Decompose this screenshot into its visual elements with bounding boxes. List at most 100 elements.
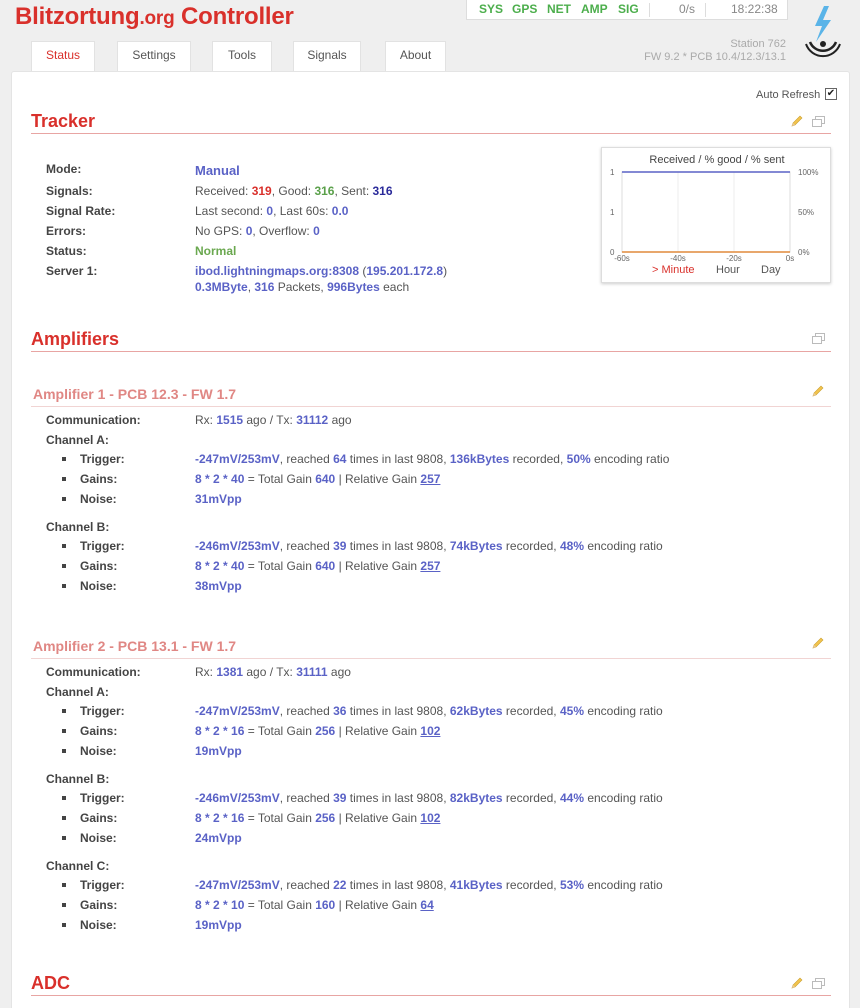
edit-pencil-icon[interactable]: [811, 636, 825, 650]
noise-label: Noise:: [80, 744, 117, 758]
channel-label: Channel C:: [46, 859, 110, 873]
noise-value: 31mVpp: [195, 492, 242, 506]
signal-chart: Received / % good / % sent -60s -40s -20s 0…: [601, 147, 831, 283]
signal-rate-value: Last second: 0, Last 60s: 0.0: [195, 204, 349, 218]
trigger-label: Trigger:: [80, 878, 125, 892]
gains-label: Gains:: [80, 811, 118, 825]
popout-window-icon[interactable]: [812, 978, 825, 989]
tab-status[interactable]: Status: [31, 41, 95, 72]
tab-about[interactable]: About: [385, 41, 446, 71]
bullet: [62, 544, 66, 548]
tab-settings[interactable]: Settings: [117, 41, 191, 71]
chart-right-tick: 0%: [798, 248, 810, 257]
bullet: [62, 497, 66, 501]
tab-signals[interactable]: Signals: [293, 41, 361, 71]
gains-value: 8 * 2 * 16 = Total Gain 256 | Relative G…: [195, 811, 441, 825]
trigger-label: Trigger:: [80, 452, 125, 466]
trigger-value: -247mV/253mV, reached 22 times in last 9…: [195, 878, 663, 892]
status-indicator-bar: SYS GPS NET AMP SIG 0/s 18:22:38: [466, 0, 788, 20]
indicator-net: NET: [547, 2, 571, 16]
app-title[interactable]: Blitzortung.org Controller: [15, 3, 294, 31]
gains-value: 8 * 2 * 10 = Total Gain 160 | Relative G…: [195, 898, 434, 912]
indicator-sig: SIG: [618, 2, 639, 16]
signal-rate-label: Signal Rate:: [46, 204, 116, 218]
lightning-logo-icon: [805, 6, 841, 58]
errors-value: No GPS: 0, Overflow: 0: [195, 224, 320, 238]
divider: [705, 3, 706, 17]
communication-label: Communication:: [46, 665, 141, 679]
chart-right-tick: 50%: [798, 208, 814, 217]
amplifier-title: Amplifier 1 - PCB 12.3 - FW 1.7: [33, 386, 237, 402]
gains-value: 8 * 2 * 40 = Total Gain 640 | Relative G…: [195, 559, 441, 573]
edit-pencil-icon[interactable]: [811, 384, 825, 398]
divider: [31, 658, 831, 659]
chart-right-tick: 100%: [798, 168, 818, 177]
mode-value: Manual: [195, 163, 240, 178]
noise-value: 19mVpp: [195, 744, 242, 758]
relative-gain-link[interactable]: 64: [420, 898, 433, 912]
chart-range-minute[interactable]: > Minute: [652, 264, 695, 276]
signal-rate-readout: 0/s: [679, 2, 696, 16]
chart-range-hour[interactable]: Hour: [716, 264, 740, 276]
auto-refresh-toggle[interactable]: Auto Refresh ✔: [756, 88, 837, 101]
divider: [31, 406, 831, 407]
bullet: [62, 477, 66, 481]
bullet: [62, 709, 66, 713]
signals-value: Received: 319, Good: 316, Sent: 316: [195, 184, 393, 198]
divider: [31, 351, 831, 352]
communication-value: Rx: 1381 ago / Tx: 31111 ago: [195, 665, 351, 679]
adc-title: ADC: [31, 973, 70, 993]
brand-main: Blitzortung: [15, 3, 140, 30]
firmware-info: FW 9.2 * PCB 10.4/12.3/13.1: [644, 51, 786, 63]
gains-label: Gains:: [80, 472, 118, 486]
popout-window-icon[interactable]: [812, 333, 825, 344]
status-label: Status:: [46, 244, 87, 258]
noise-value: 38mVpp: [195, 579, 242, 593]
noise-value: 24mVpp: [195, 831, 242, 845]
indicator-gps: GPS: [512, 2, 538, 16]
divider: [649, 3, 650, 17]
edit-pencil-icon[interactable]: [790, 976, 804, 990]
bullet: [62, 923, 66, 927]
trigger-value: -247mV/253mV, reached 64 times in last 9…: [195, 452, 670, 466]
errors-label: Errors:: [46, 224, 87, 238]
server-label: Server 1:: [46, 264, 98, 278]
trigger-label: Trigger:: [80, 539, 125, 553]
trigger-label: Trigger:: [80, 704, 125, 718]
trigger-label: Trigger:: [80, 791, 125, 805]
tracker-title: Tracker: [31, 111, 96, 131]
station-info: Station 762 FW 9.2 * PCB 10.4/12.3/13.1: [644, 38, 786, 64]
chart-x-tick: -60s: [614, 254, 630, 263]
mode-label: Mode:: [46, 162, 82, 176]
chart-range-day[interactable]: Day: [761, 264, 781, 276]
relative-gain-link[interactable]: 257: [420, 559, 440, 573]
popout-window-icon[interactable]: [812, 116, 825, 127]
chart-x-tick: 0s: [786, 254, 794, 263]
edit-pencil-icon[interactable]: [790, 114, 804, 128]
bullet: [62, 796, 66, 800]
relative-gain-link[interactable]: 257: [420, 472, 440, 486]
channel-label: Channel B:: [46, 772, 110, 786]
server-host: ibod.lightningmaps.org:8308: [195, 264, 360, 278]
trigger-value: -246mV/253mV, reached 39 times in last 9…: [195, 539, 663, 553]
status-value: Normal: [195, 244, 237, 258]
brand-rest: Controller: [174, 3, 294, 30]
bullet: [62, 564, 66, 568]
bullet: [62, 903, 66, 907]
trigger-value: -246mV/253mV, reached 39 times in last 9…: [195, 791, 663, 805]
noise-label: Noise:: [80, 831, 117, 845]
noise-value: 19mVpp: [195, 918, 242, 932]
bullet: [62, 816, 66, 820]
relative-gain-link[interactable]: 102: [420, 811, 440, 825]
tab-tools[interactable]: Tools: [212, 41, 272, 71]
relative-gain-link[interactable]: 102: [420, 724, 440, 738]
auto-refresh-checkbox[interactable]: ✔: [825, 88, 837, 100]
bullet: [62, 457, 66, 461]
indicator-amp: AMP: [581, 2, 608, 16]
gains-label: Gains:: [80, 559, 118, 573]
server-ip: 195.201.172.8: [366, 264, 444, 278]
server-stats: 0.3MByte, 316 Packets, 996Bytes each: [195, 280, 410, 294]
trigger-value: -247mV/253mV, reached 36 times in last 9…: [195, 704, 663, 718]
indicator-sys: SYS: [479, 2, 504, 16]
bullet: [62, 749, 66, 753]
